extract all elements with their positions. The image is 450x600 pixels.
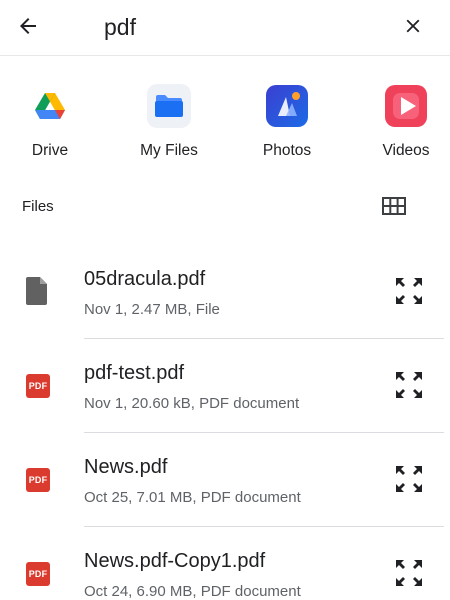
file-name: 05dracula.pdf <box>84 268 206 290</box>
file-name: News.pdf <box>84 456 168 478</box>
arrow-left-icon <box>20 18 36 34</box>
expand-icon <box>396 560 422 586</box>
app-photos-label: Photos <box>262 142 312 159</box>
search-query-text[interactable]: pdf <box>104 12 136 42</box>
file-meta: Nov 1, 2.47 MB, File <box>84 301 220 318</box>
expand-icon <box>396 372 422 398</box>
file-row[interactable]: 05dracula.pdf Nov 1, 2.47 MB, File <box>0 244 450 338</box>
folder-icon <box>155 95 183 117</box>
file-meta: Nov 1, 20.60 kB, PDF document <box>84 395 300 412</box>
app-photos[interactable]: Photos <box>232 80 342 160</box>
clear-search-button[interactable] <box>398 11 428 41</box>
file-meta: Oct 25, 7.01 MB, PDF document <box>84 489 301 506</box>
photos-icon <box>266 85 308 127</box>
grid-view-icon <box>382 197 406 215</box>
files-section-title: Files <box>22 198 54 215</box>
expand-icon <box>396 466 422 492</box>
app-shortcuts: Drive My Files Photos Videos <box>0 80 450 170</box>
app-videos[interactable]: Videos <box>351 80 450 160</box>
file-row[interactable]: PDF News.pdf Oct 25, 7.01 MB, PDF docume… <box>0 432 450 526</box>
generic-file-icon <box>23 277 51 305</box>
pdf-icon: PDF <box>24 560 52 588</box>
search-bar: pdf <box>0 0 450 56</box>
expand-icon <box>396 278 422 304</box>
file-row[interactable]: PDF pdf-test.pdf Nov 1, 20.60 kB, PDF do… <box>0 338 450 432</box>
pdf-icon: PDF <box>24 372 52 400</box>
pdf-badge: PDF <box>26 468 50 492</box>
app-drive-label: Drive <box>31 142 69 159</box>
expand-preview-button[interactable] <box>391 461 427 497</box>
pdf-badge: PDF <box>26 562 50 586</box>
pdf-icon: PDF <box>24 466 52 494</box>
grid-view-button[interactable] <box>380 195 408 217</box>
play-icon <box>385 85 427 127</box>
google-drive-icon <box>35 93 65 119</box>
app-my-files[interactable]: My Files <box>114 80 224 160</box>
back-button[interactable] <box>12 10 44 42</box>
pdf-badge: PDF <box>26 374 50 398</box>
close-icon <box>406 19 420 33</box>
file-meta: Oct 24, 6.90 MB, PDF document <box>84 583 301 600</box>
app-videos-label: Videos <box>382 142 430 159</box>
expand-preview-button[interactable] <box>391 555 427 591</box>
expand-preview-button[interactable] <box>391 273 427 309</box>
file-name: pdf-test.pdf <box>84 362 185 384</box>
app-drive[interactable]: Drive <box>0 80 105 160</box>
file-name: News.pdf-Copy1.pdf <box>84 550 266 572</box>
file-row[interactable]: PDF News.pdf-Copy1.pdf Oct 24, 6.90 MB, … <box>0 526 450 600</box>
app-my-files-label: My Files <box>140 142 198 159</box>
expand-preview-button[interactable] <box>391 367 427 403</box>
